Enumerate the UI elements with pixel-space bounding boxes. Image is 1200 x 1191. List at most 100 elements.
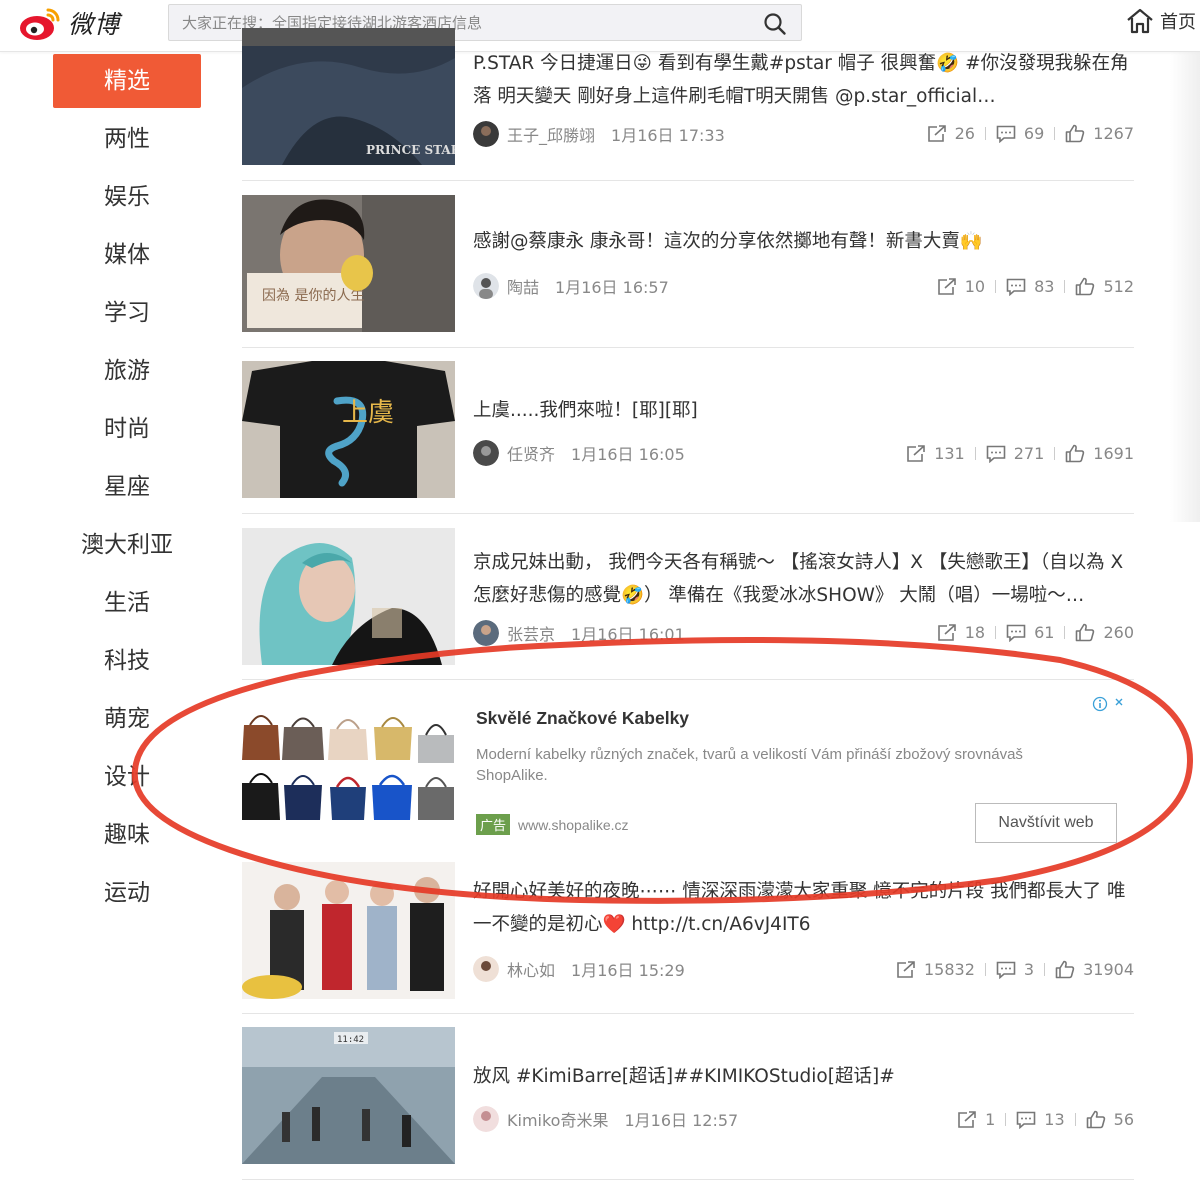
post-thumbnail[interactable]	[242, 528, 455, 665]
comment-button[interactable]: 83	[1006, 277, 1054, 296]
post-thumbnail[interactable]: 上虞	[242, 361, 455, 498]
ad-description[interactable]: Moderní kabelky různých značek, tvarů a …	[476, 744, 1076, 786]
repost-icon	[927, 124, 946, 142]
post-meta: 张芸京 1月16日 16:01	[473, 620, 685, 646]
feed-card[interactable]: 好開心好美好的夜晚⋯⋯ 情深深雨濛濛大家重聚 憶不完的片段 我們都長大了 唯一不…	[242, 848, 1134, 1014]
post-thumbnail[interactable]: 因為 是你的人生	[242, 195, 455, 332]
like-button[interactable]: 56	[1086, 1110, 1134, 1129]
repost-button[interactable]: 1	[957, 1110, 995, 1129]
post-title[interactable]: 上虞.....我們來啦！[耶][耶]	[473, 394, 1134, 427]
comment-button[interactable]: 69	[996, 124, 1044, 143]
avatar[interactable]	[473, 121, 499, 147]
post-title[interactable]: 京成兄妹出動， 我們今天各有稱號～ 【搖滾女詩人】X 【失戀歌王】（自以為 X …	[473, 546, 1134, 612]
author-name[interactable]: Kimiko奇米果	[507, 1107, 608, 1131]
avatar[interactable]	[473, 956, 499, 982]
comment-button[interactable]: 61	[1006, 623, 1054, 642]
author-name[interactable]: 林心如	[507, 957, 555, 981]
avatar[interactable]	[473, 440, 499, 466]
post-thumbnail[interactable]	[242, 862, 455, 999]
comment-icon	[986, 445, 1006, 463]
sidebar-item-yule[interactable]: 娱乐	[53, 168, 201, 226]
thumbs-up-icon	[1055, 960, 1075, 979]
repost-button[interactable]: 10	[937, 277, 985, 296]
comment-icon	[1016, 1111, 1036, 1129]
sidebar-item-mengchong[interactable]: 萌宠	[53, 690, 201, 748]
comment-count: 271	[1013, 444, 1045, 463]
repost-count: 1	[985, 1110, 996, 1129]
sidebar-item-yundong[interactable]: 运动	[53, 864, 201, 922]
ad-choices-icon[interactable]	[1092, 696, 1126, 712]
sidebar-item-meiti[interactable]: 媒体	[53, 226, 201, 284]
stat-divider	[984, 963, 986, 976]
page-edge	[1170, 52, 1200, 522]
repost-icon	[937, 623, 956, 641]
post-title[interactable]: 好開心好美好的夜晚⋯⋯ 情深深雨濛濛大家重聚 憶不完的片段 我們都長大了 唯一不…	[473, 875, 1134, 941]
repost-button[interactable]: 131	[906, 444, 965, 463]
like-button[interactable]: 1267	[1065, 124, 1134, 143]
blue-hair-photo	[242, 528, 455, 665]
post-time: 1月16日 16:57	[555, 278, 669, 297]
sidebar-item-lvyou[interactable]: 旅游	[53, 342, 201, 400]
comment-button[interactable]: 3	[996, 960, 1034, 979]
post-thumbnail[interactable]: PRINCE STAR	[242, 28, 455, 165]
avatar[interactable]	[473, 620, 499, 646]
sidebar-item-aodaliya[interactable]: 澳大利亚	[53, 516, 201, 574]
author-name[interactable]: 任贤齐	[507, 441, 555, 465]
feed-card[interactable]: 11:42 放风 #KimiBarre[超话]##KIMIKOStudio[超话…	[242, 1014, 1134, 1180]
post-title[interactable]: 感謝@蔡康永 康永哥！這次的分享依然擲地有聲！新書大賣🙌	[473, 225, 1134, 258]
author-name[interactable]: 王子_邱勝翊	[507, 122, 595, 146]
feed-card[interactable]: PRINCE STAR P.STAR 今日捷運日😜 看到有學生戴#pstar 帽…	[242, 0, 1134, 181]
feed-card[interactable]: 上虞 上虞.....我們來啦！[耶][耶] 任贤齐 1月16日 16:05 13…	[242, 348, 1134, 514]
sidebar-item-quwei[interactable]: 趣味	[53, 806, 201, 864]
comment-count: 13	[1044, 1110, 1065, 1129]
avatar[interactable]	[473, 1106, 499, 1132]
like-button[interactable]: 260	[1075, 623, 1134, 642]
like-button[interactable]: 512	[1075, 277, 1134, 296]
sidebar-item-sheji[interactable]: 设计	[53, 748, 201, 806]
svg-text:上虞: 上虞	[342, 398, 394, 428]
sidebar-item-jingxuan[interactable]: 精选	[53, 54, 201, 108]
avatar[interactable]	[473, 273, 499, 299]
repost-button[interactable]: 26	[927, 124, 975, 143]
repost-button[interactable]: 18	[937, 623, 985, 642]
stat-divider	[1064, 280, 1066, 293]
repost-count: 18	[964, 623, 986, 642]
home-link[interactable]: 首页	[1126, 8, 1196, 34]
stat-divider	[995, 280, 997, 293]
sidebar-item-keji[interactable]: 科技	[53, 632, 201, 690]
weibo-logo[interactable]: 微博	[18, 4, 120, 42]
handbags-image[interactable]	[242, 705, 455, 820]
visit-website-button[interactable]: Navštívit web	[975, 803, 1117, 843]
post-stats: 18 61 260	[937, 623, 1134, 642]
post-time: 1月16日 16:01	[571, 625, 685, 644]
post-time: 1月16日 17:33	[611, 126, 725, 145]
ad-url[interactable]: www.shopalike.cz	[518, 817, 629, 833]
sidebar-item-xingzuo[interactable]: 星座	[53, 458, 201, 516]
post-title[interactable]: 放风 #KimiBarre[超话]##KIMIKOStudio[超话]#	[473, 1060, 1134, 1093]
like-button[interactable]: 31904	[1055, 960, 1134, 979]
feed-card[interactable]: 因為 是你的人生 感謝@蔡康永 康永哥！這次的分享依然擲地有聲！新書大賣🙌 陶喆…	[242, 181, 1134, 348]
post-title[interactable]: P.STAR 今日捷運日😜 看到有學生戴#pstar 帽子 很興奮🤣 #你沒發現…	[473, 47, 1134, 113]
comment-icon	[1006, 278, 1026, 296]
comment-button[interactable]: 13	[1016, 1110, 1065, 1129]
repost-count: 26	[954, 124, 975, 143]
sidebar-item-xuexi[interactable]: 学习	[53, 284, 201, 342]
ad-title[interactable]: Skvělé Značkové Kabelky	[476, 708, 689, 729]
post-time: 1月16日 15:29	[571, 961, 685, 980]
sidebar-item-liangxing[interactable]: 两性	[53, 110, 201, 168]
sidebar-item-shishang[interactable]: 时尚	[53, 400, 201, 458]
author-name[interactable]: 陶喆	[507, 274, 539, 298]
feed-card[interactable]: 京成兄妹出動， 我們今天各有稱號～ 【搖滾女詩人】X 【失戀歌王】（自以為 X …	[242, 514, 1134, 680]
repost-button[interactable]: 15832	[896, 960, 975, 979]
thumbs-up-icon	[1076, 623, 1095, 642]
thumbs-up-icon	[1076, 277, 1095, 296]
sponsored-ad[interactable]: Skvělé Značkové Kabelky Moderní kabelky …	[242, 690, 1134, 848]
sidebar-item-shenghuo[interactable]: 生活	[53, 574, 201, 632]
like-button[interactable]: 1691	[1065, 444, 1134, 463]
comment-button[interactable]: 271	[986, 444, 1045, 463]
tshirt-photo: 上虞	[242, 361, 455, 498]
stat-divider	[1044, 963, 1046, 976]
post-thumbnail[interactable]: 11:42	[242, 1027, 455, 1164]
author-name[interactable]: 张芸京	[507, 621, 555, 645]
svg-text:PRINCE STAR: PRINCE STAR	[366, 143, 455, 157]
